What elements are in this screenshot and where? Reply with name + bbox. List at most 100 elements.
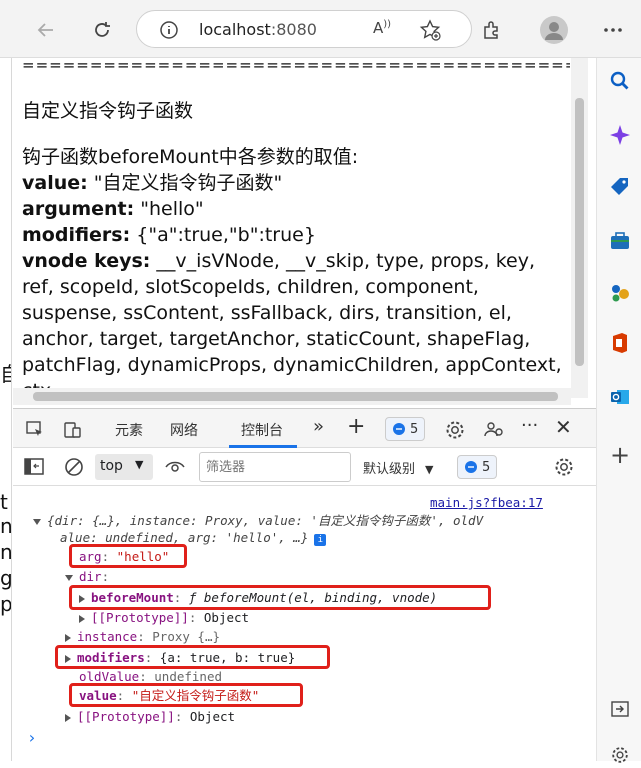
sidebar-item-games[interactable]	[607, 280, 633, 306]
tab-network[interactable]: 网络	[170, 420, 198, 440]
scroll-thumb[interactable]	[575, 98, 584, 366]
devtools-tab-bar: 元素 网络 控制台 » + 5 ··· ✕	[13, 408, 596, 448]
message-bubble-icon	[393, 423, 405, 435]
search-icon	[610, 71, 629, 90]
cutoff-char: p	[0, 592, 12, 616]
office-icon	[613, 333, 627, 353]
toolbox-icon	[611, 232, 629, 249]
prop-value: Object	[189, 709, 236, 724]
vnode-keys-row: vnode keys: __v_isVNode, __v_skip, type,…	[22, 248, 570, 398]
page-viewport: ========================================…	[13, 58, 571, 398]
profile-button[interactable]	[538, 14, 570, 46]
back-button[interactable]	[30, 14, 62, 46]
object-summary-line-1[interactable]: {dir: {…}, instance: Proxy, value: '自定义指…	[33, 513, 483, 529]
puzzle-icon	[484, 21, 498, 39]
row-value: "hello"	[134, 198, 204, 220]
highlight-box-value	[69, 683, 303, 707]
console-issues-badge[interactable]: 5	[457, 455, 498, 479]
log-level-value: 默认级别	[363, 462, 416, 477]
plus-icon: +	[609, 441, 631, 469]
sidebar-add-button[interactable]: +	[607, 441, 633, 469]
expand-triangle-icon[interactable]	[33, 518, 41, 525]
dropdown-arrow-icon: ▼	[135, 458, 144, 471]
prop-dir[interactable]: dir:	[65, 569, 109, 585]
expand-triangle-icon[interactable]	[65, 633, 71, 642]
url-text: localhost:8080	[199, 20, 317, 39]
browser-toolbar: localhost:8080 A))	[0, 0, 641, 58]
expand-triangle-icon[interactable]	[65, 574, 73, 581]
issues-badge[interactable]: 5	[385, 417, 426, 441]
sidebar-item-office[interactable]	[607, 330, 633, 356]
context-selector[interactable]: top ▼	[95, 454, 153, 480]
separator-rule: ========================================…	[22, 58, 570, 72]
url-port: :8080	[270, 20, 317, 39]
extensions-button[interactable]	[476, 14, 508, 46]
expand-triangle-icon[interactable]	[65, 713, 71, 722]
expand-triangle-icon[interactable]	[79, 614, 85, 623]
page-vertical-scrollbar[interactable]	[571, 58, 588, 398]
sidebar-item-search[interactable]	[607, 68, 633, 94]
add-tab-plus-icon[interactable]: +	[347, 414, 365, 439]
devtools-more-icon[interactable]: ···	[521, 415, 538, 436]
tab-console[interactable]: 控制台	[241, 420, 283, 440]
source-link[interactable]: main.js?fbea:17	[430, 495, 543, 511]
prop-prototype[interactable]: [[Prototype]]: Object	[79, 610, 249, 626]
device-emulation-icon[interactable]	[63, 420, 83, 440]
people-feedback-icon[interactable]	[483, 419, 505, 441]
highlight-box-modifiers	[55, 645, 330, 669]
more-menu-button[interactable]	[597, 14, 629, 46]
info-icon[interactable]: i	[314, 534, 327, 546]
prop-value: undefined	[154, 669, 223, 684]
page-heading: 自定义指令钩子函数	[22, 100, 194, 122]
outlook-icon	[611, 390, 629, 404]
tab-elements[interactable]: 元素	[115, 420, 143, 440]
read-aloud-icon[interactable]: A))	[373, 19, 391, 37]
cutoff-char: 自	[0, 364, 11, 384]
console-settings-gear-icon[interactable]	[553, 456, 575, 478]
dropdown-arrow-icon: ▼	[425, 463, 434, 476]
prop-key: [[Prototype]]	[91, 610, 189, 625]
cutoff-char: g	[0, 566, 12, 590]
sidebar-gear-icon	[612, 747, 628, 763]
favorite-star-icon[interactable]	[419, 19, 441, 41]
edge-sidebar: +	[596, 58, 641, 763]
panel-collapse-icon	[611, 701, 629, 717]
row-label: vnode keys:	[22, 250, 151, 272]
inspect-element-icon[interactable]	[25, 420, 45, 440]
console-issues-count: 5	[482, 459, 491, 475]
object-summary-text: alue: undefined, arg: 'hello', …}	[60, 530, 309, 545]
scroll-thumb[interactable]	[33, 392, 558, 401]
avatar-icon	[540, 16, 568, 44]
settings-gear-icon[interactable]	[444, 419, 466, 441]
issues-count: 5	[410, 421, 419, 437]
log-level-dropdown[interactable]: 默认级别 ▼	[363, 458, 433, 477]
sidebar-item-tools[interactable]	[607, 228, 633, 254]
sidebar-item-outlook[interactable]	[607, 384, 633, 410]
row-value: {"a":true,"b":true}	[130, 224, 316, 246]
row-label: value:	[22, 172, 88, 194]
console-prompt[interactable]: ›	[27, 730, 37, 746]
refresh-button[interactable]	[86, 14, 118, 46]
sidebar-toggle-icon[interactable]	[23, 457, 45, 477]
left-cutoff-panel: 自 t n n g p	[0, 58, 12, 761]
more-tabs-chevron-icon[interactable]: »	[313, 416, 324, 437]
address-bar[interactable]: localhost:8080 A))	[136, 10, 472, 48]
refresh-icon	[95, 22, 110, 37]
eye-icon[interactable]	[164, 457, 186, 477]
sidebar-item-copilot[interactable]	[607, 122, 633, 148]
site-info-icon[interactable]	[159, 20, 179, 40]
prop-value: Object	[203, 610, 250, 625]
prop-instance[interactable]: instance: Proxy {…}	[65, 629, 220, 645]
prop-prototype-root[interactable]: [[Prototype]]: Object	[65, 709, 235, 725]
sidebar-collapse-button[interactable]	[607, 696, 633, 722]
message-bubble-icon	[465, 461, 477, 473]
sidebar-item-shopping[interactable]	[607, 174, 633, 200]
close-devtools-icon[interactable]: ✕	[555, 415, 572, 439]
page-horizontal-scrollbar[interactable]	[13, 388, 571, 405]
row-value: __v_isVNode, __v_skip, type, props, key,…	[22, 250, 562, 398]
tag-icon	[611, 178, 628, 195]
clear-console-icon[interactable]	[63, 456, 85, 478]
console-filter-input[interactable]	[199, 452, 351, 482]
cutoff-char: t	[0, 490, 8, 514]
sidebar-settings-button[interactable]	[607, 742, 633, 768]
